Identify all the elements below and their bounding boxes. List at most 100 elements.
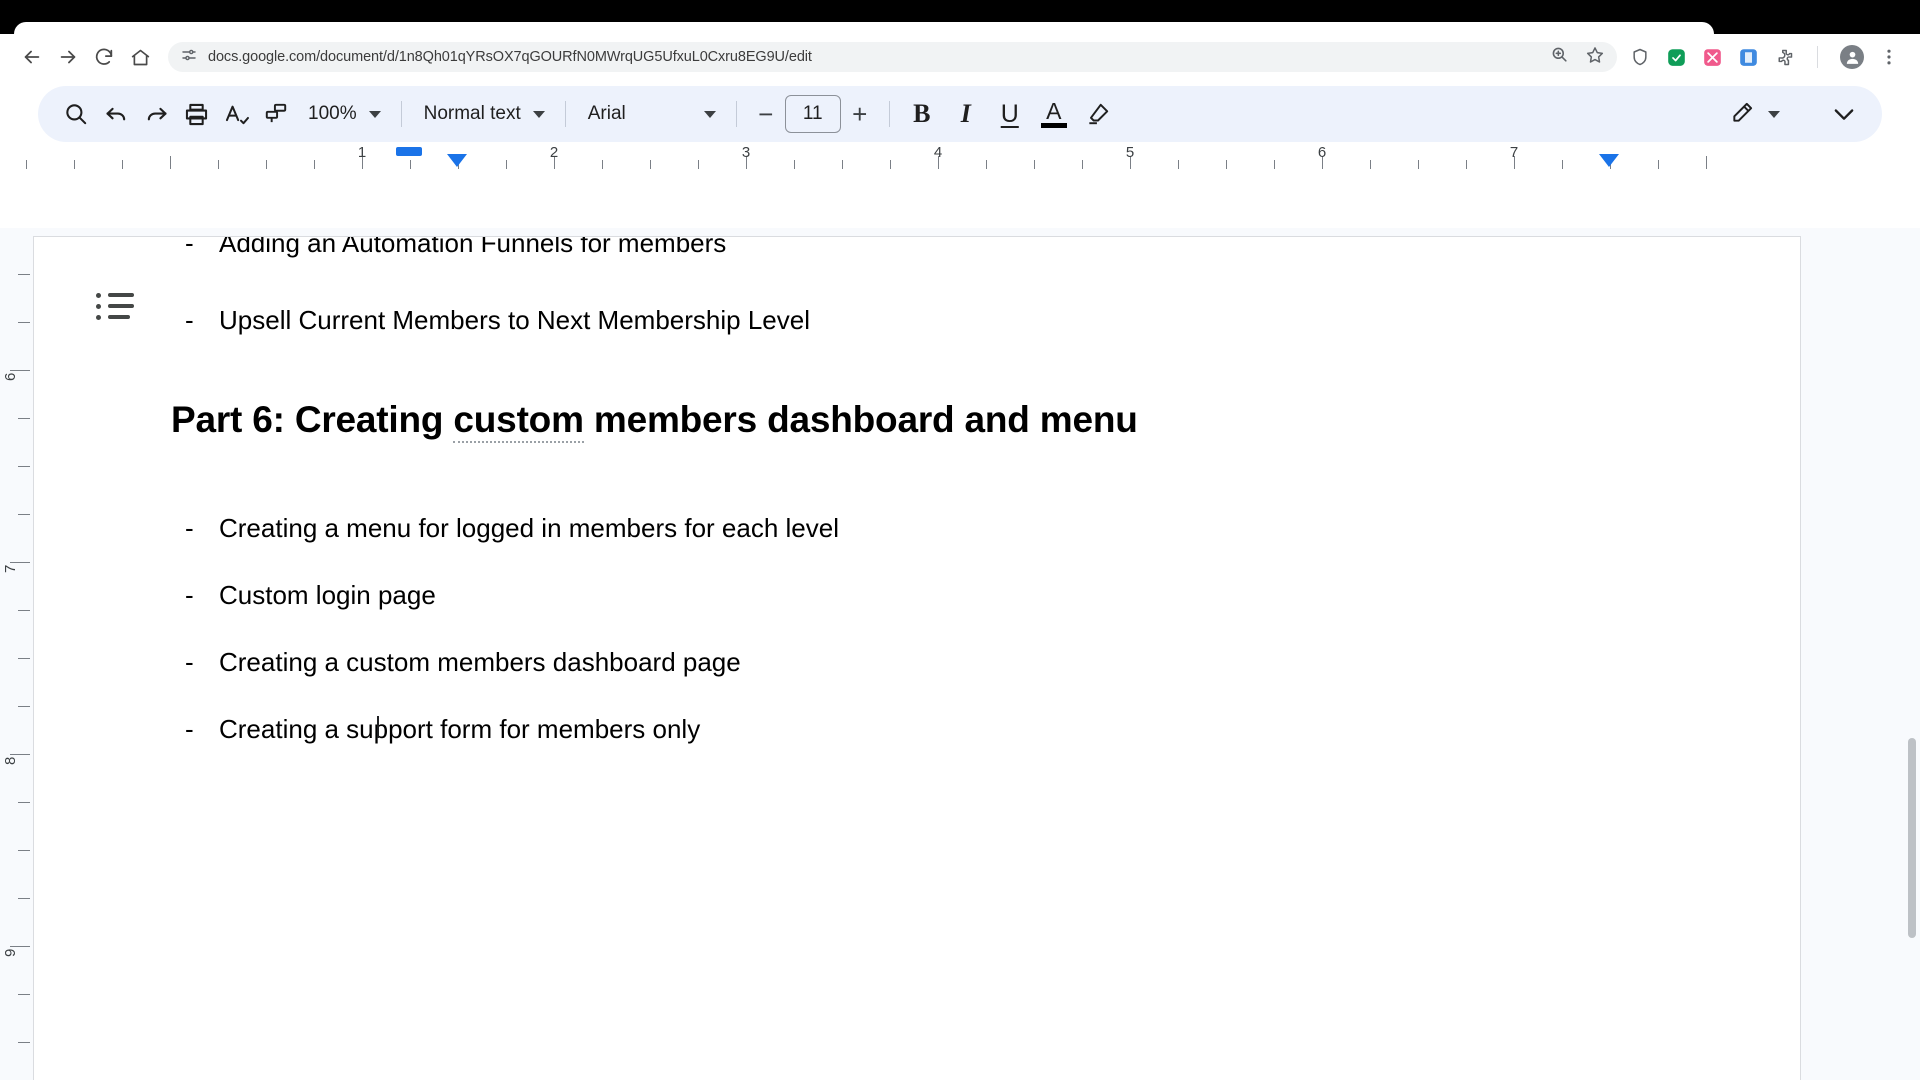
ruler-tick <box>842 160 843 169</box>
ruler-tick <box>1274 160 1275 169</box>
google-docs-app: 100% Normal text Arial − 11 + B I U A 1 … <box>0 80 1920 1080</box>
horizontal-ruler[interactable]: 1 2 3 4 5 6 7 <box>0 144 1920 172</box>
list-item-label: Creating a custom members dashboard page <box>219 647 741 677</box>
ruler-tick <box>1082 160 1083 169</box>
ruler-tick <box>10 946 30 947</box>
text-color-button[interactable]: A <box>1032 93 1076 135</box>
scrollbar-thumb[interactable] <box>1908 738 1916 938</box>
ruler-tick <box>410 160 411 169</box>
ruler-tick <box>602 160 603 169</box>
pencil-icon <box>1730 99 1756 130</box>
three-dot-menu-icon[interactable] <box>1878 46 1900 68</box>
browser-navigation-bar: docs.google.com/document/d/1n8Qh01qYRsOX… <box>0 34 1920 80</box>
avatar[interactable] <box>1840 45 1864 69</box>
right-indent-marker[interactable] <box>1599 154 1619 167</box>
list-item[interactable]: - Creating a menu for logged in members … <box>171 511 1740 545</box>
document-page[interactable]: - Adding an Automation Funnels for membe… <box>33 236 1801 1080</box>
toolbar-divider <box>1817 46 1818 68</box>
active-tab[interactable] <box>14 22 1714 34</box>
address-bar[interactable]: docs.google.com/document/d/1n8Qh01qYRsOX… <box>168 42 1617 72</box>
text-color-swatch <box>1040 122 1067 128</box>
reload-icon[interactable] <box>86 39 122 75</box>
page-title[interactable]: Part 6: Creating custom members dashboar… <box>171 399 1740 443</box>
misspelled-word[interactable]: custom <box>453 399 584 443</box>
list-bullet: - <box>185 513 194 543</box>
underline-button[interactable]: U <box>988 93 1032 135</box>
heading-text-before: Part 6: Creating <box>171 399 454 440</box>
document-outline-icon[interactable] <box>96 285 138 327</box>
paragraph-style-value: Normal text <box>423 103 521 124</box>
ruler-tick <box>74 160 75 169</box>
print-icon[interactable] <box>176 94 216 134</box>
ruler-number: 2 <box>549 144 559 161</box>
back-icon[interactable] <box>14 39 50 75</box>
left-indent-marker[interactable] <box>396 147 422 156</box>
extension-pink-icon[interactable] <box>1701 46 1723 68</box>
ruler-tick <box>18 466 30 467</box>
more-options-button[interactable] <box>1824 94 1864 134</box>
home-icon[interactable] <box>122 39 158 75</box>
ruler-tick <box>18 850 30 851</box>
ruler-number: 9 <box>2 948 19 957</box>
ruler-tick <box>18 658 30 659</box>
list-item[interactable]: - Upsell Current Members to Next Members… <box>171 303 1740 337</box>
first-line-indent-marker[interactable] <box>447 154 467 167</box>
vertical-scrollbar[interactable] <box>1906 228 1918 1080</box>
font-family-value: Arial <box>587 103 626 124</box>
highlight-color-button[interactable] <box>1076 93 1120 135</box>
font-size-input[interactable]: 11 <box>784 95 841 133</box>
extension-puzzle-icon[interactable] <box>1773 46 1795 68</box>
document-text-body[interactable]: - Adding an Automation Funnels for membe… <box>171 237 1740 1080</box>
list-item-label: Upsell Current Members to Next Membershi… <box>219 305 810 335</box>
window-controls[interactable] <box>1760 0 1920 34</box>
zoom-magnifier-icon[interactable] <box>1550 45 1569 69</box>
decrease-font-size-button[interactable]: − <box>747 101 785 127</box>
list-item[interactable]: - Custom login page <box>171 578 1740 612</box>
page-settings-icon[interactable] <box>180 46 198 69</box>
editing-mode-dropdown[interactable] <box>1718 94 1790 134</box>
font-family-dropdown[interactable]: Arial <box>576 94 726 134</box>
bold-button[interactable]: B <box>900 93 944 135</box>
extension-shield-icon[interactable] <box>1629 46 1651 68</box>
list-item[interactable]: - Creating a custom members dashboard pa… <box>171 645 1740 679</box>
zoom-level-dropdown[interactable]: 100% <box>296 94 391 134</box>
ruler-tick <box>1178 160 1179 169</box>
extensions-area <box>1629 45 1906 69</box>
ruler-tick <box>10 370 30 371</box>
ruler-tick <box>314 160 315 169</box>
list-item[interactable]: - Creating a support form for members on… <box>171 712 1740 746</box>
forward-icon[interactable] <box>50 39 86 75</box>
paint-format-icon[interactable] <box>256 94 296 134</box>
increase-font-size-button[interactable]: + <box>841 101 879 127</box>
browser-window: docs.google.com/document/d/1n8Qh01qYRsOX… <box>0 0 1920 1080</box>
vertical-ruler: 6 7 8 9 <box>0 228 33 1080</box>
text-color-letter: A <box>1046 97 1062 124</box>
extension-blue-icon[interactable] <box>1737 46 1759 68</box>
redo-icon[interactable] <box>136 94 176 134</box>
ruler-tick <box>18 274 30 275</box>
ruler-tick <box>506 160 507 169</box>
ruler-number: 6 <box>2 372 19 381</box>
spell-check-icon[interactable] <box>216 94 256 134</box>
heading-text-after: members dashboard and menu <box>583 399 1138 440</box>
ruler-tick <box>18 322 30 323</box>
ruler-tick <box>170 156 171 169</box>
italic-button[interactable]: I <box>944 93 988 135</box>
extension-green-icon[interactable] <box>1665 46 1687 68</box>
list-item[interactable]: - Adding an Automation Funnels for membe… <box>171 237 1740 259</box>
paragraph-style-dropdown[interactable]: Normal text <box>412 94 555 134</box>
search-icon[interactable] <box>56 94 96 134</box>
list-item-label: Custom login page <box>219 580 436 610</box>
document-scroll-area[interactable]: 6 7 8 9 - Adding an Automation Funnels for … <box>0 228 1920 1080</box>
chevron-down-icon <box>532 110 545 118</box>
ruler-tick <box>698 160 699 169</box>
undo-icon[interactable] <box>96 94 136 134</box>
ruler-number: 6 <box>1317 144 1327 161</box>
list-bullet: - <box>185 714 194 744</box>
ruler-tick <box>218 160 219 169</box>
ruler-tick <box>1226 160 1227 169</box>
horizontal-ruler-track: 1 2 3 4 5 6 7 <box>0 144 1920 172</box>
ruler-tick <box>1418 160 1419 169</box>
star-icon[interactable] <box>1585 45 1605 70</box>
ruler-tick <box>890 160 891 169</box>
